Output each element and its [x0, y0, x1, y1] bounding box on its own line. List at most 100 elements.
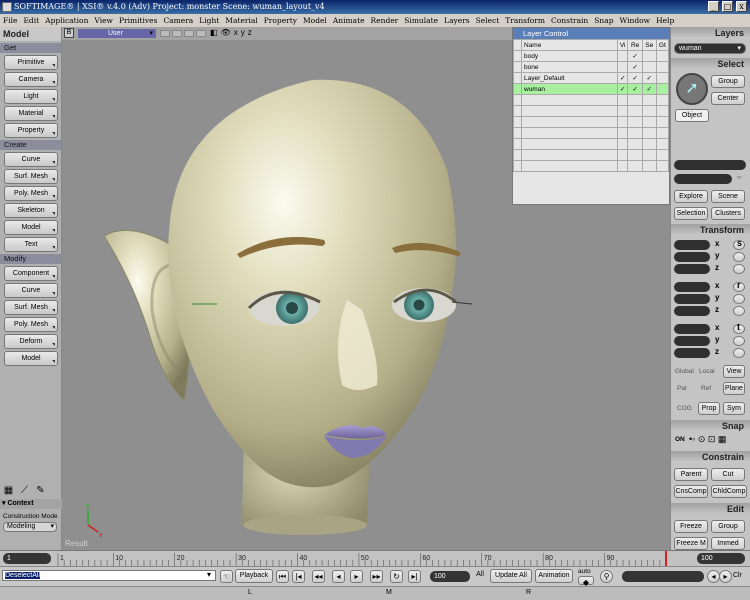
global-label[interactable]: Global — [675, 368, 694, 375]
construction-mode-select[interactable]: Modeling ▾ — [3, 522, 57, 532]
layer-name[interactable]: bone — [521, 61, 618, 73]
cog-label[interactable]: COG — [677, 405, 692, 412]
clr-button[interactable]: Clr — [733, 572, 742, 579]
y-axis-icon[interactable]: y — [241, 28, 245, 37]
first-frame-icon[interactable]: ⏮ — [276, 570, 289, 583]
play-back-icon[interactable]: ◂ — [332, 570, 345, 583]
menu-item-simulate[interactable]: Simulate — [401, 14, 441, 27]
column-header[interactable]: Gt — [655, 39, 670, 51]
display-mode-button[interactable] — [184, 30, 194, 37]
auto-key-label[interactable]: auto — [578, 568, 591, 575]
layers-header[interactable]: Layers — [671, 27, 750, 39]
chldcomp-button[interactable]: ChldComp — [711, 485, 747, 498]
text-button[interactable]: Text — [4, 237, 58, 252]
explore-button[interactable]: Explore — [674, 190, 708, 203]
bone-icon[interactable]: ⟋ — [18, 484, 31, 497]
poly-mesh-button[interactable]: Poly. Mesh — [4, 317, 58, 332]
selection-button[interactable]: Selection — [674, 207, 708, 220]
next-key-circle-icon[interactable]: ▸ — [719, 570, 732, 583]
viewport[interactable]: B User ◧👁xyz — [62, 27, 670, 550]
playback-button[interactable]: Playback — [235, 569, 273, 583]
minimize-button[interactable]: _ — [708, 1, 719, 12]
translate-lock-icon[interactable] — [733, 348, 745, 358]
brush-icon[interactable]: ✎ — [34, 484, 47, 497]
menu-item-property[interactable]: Property — [261, 14, 300, 27]
light-button[interactable]: Light — [4, 89, 58, 104]
animation-button[interactable]: Animation — [535, 569, 573, 583]
layer-name[interactable]: wuman — [521, 83, 618, 95]
timeline[interactable]: 1 1 10 20 30 40 50 60 70 80 90 100 — [0, 550, 750, 567]
layer-control-title[interactable]: Layer Control — [513, 28, 669, 39]
grid-icon[interactable]: ▦ — [2, 484, 15, 497]
layer-flag-se[interactable]: ✓ — [641, 72, 657, 84]
column-header[interactable]: Re — [627, 39, 643, 51]
prop-button[interactable]: Prop — [698, 402, 720, 415]
menu-item-view[interactable]: View — [91, 14, 116, 27]
select-header[interactable]: Select — [671, 58, 750, 70]
ref-label[interactable]: Ref — [701, 385, 711, 392]
material-button[interactable]: Material — [4, 106, 58, 121]
display-mode-button[interactable] — [160, 30, 170, 37]
model-button[interactable]: Model — [4, 351, 58, 366]
modify-section-label[interactable]: Modify — [0, 254, 61, 264]
layer-flag-re[interactable]: ✓ — [627, 61, 643, 73]
menu-item-model[interactable]: Model — [300, 14, 330, 27]
layer-name[interactable]: Layer_Default — [521, 72, 618, 84]
rotate-x-field[interactable] — [674, 282, 710, 292]
scale-lock-icon[interactable] — [733, 264, 745, 274]
module-title[interactable]: Model — [0, 27, 61, 41]
key-icon[interactable]: ◆ — [578, 576, 594, 587]
edit-group-button[interactable]: Group — [711, 520, 745, 533]
immed-button[interactable]: Immed — [711, 537, 745, 550]
layer-flag-gt[interactable] — [655, 83, 670, 95]
translate-y-field[interactable] — [674, 336, 710, 346]
scale-z-field[interactable] — [674, 264, 710, 274]
step-forward-icon[interactable]: ▸▸ — [370, 570, 383, 583]
view-button[interactable]: View — [723, 365, 745, 378]
layer-name[interactable]: body — [521, 50, 618, 62]
translate-z-field[interactable] — [674, 348, 710, 358]
translate-key-label[interactable]: t — [737, 322, 740, 332]
menu-item-render[interactable]: Render — [368, 14, 402, 27]
display-mode-button[interactable] — [172, 30, 182, 37]
command-line[interactable]: DeselectAll — [2, 570, 216, 581]
layer-flag-gt[interactable] — [655, 61, 670, 73]
select-arrow-icon[interactable]: ➚ — [676, 73, 708, 105]
timeline-ruler[interactable]: 1 10 20 30 40 50 60 70 80 90 — [56, 551, 668, 567]
object-button[interactable]: Object — [675, 109, 709, 122]
frame-field[interactable]: 100 — [430, 571, 470, 582]
primitive-button[interactable]: Primitive — [4, 55, 58, 70]
layer-flag-vi[interactable] — [616, 50, 629, 62]
cnscomp-button[interactable]: CnsComp — [674, 485, 708, 498]
menu-item-camera[interactable]: Camera — [160, 14, 196, 27]
layer-flag-vi[interactable] — [616, 61, 629, 73]
layer-flag-gt[interactable] — [655, 72, 670, 84]
column-header[interactable]: Se — [641, 39, 657, 51]
rotate-y-field[interactable] — [674, 294, 710, 304]
menu-item-light[interactable]: Light — [196, 14, 222, 27]
timeline-start-field[interactable]: 1 — [3, 553, 51, 564]
menu-item-animate[interactable]: Animate — [330, 14, 368, 27]
create-section-label[interactable]: Create — [0, 140, 61, 150]
eye-icon[interactable]: 👁 — [221, 28, 231, 37]
loop-icon[interactable]: ↻ — [390, 570, 403, 583]
curve-button[interactable]: Curve — [4, 283, 58, 298]
menu-item-primitives[interactable]: Primitives — [116, 14, 160, 27]
rotate-lock-icon[interactable] — [733, 306, 745, 316]
get-section-label[interactable]: Get — [0, 43, 61, 53]
group-button[interactable]: Group — [711, 75, 745, 88]
viewport-letter[interactable]: B — [64, 28, 74, 38]
camera-icon[interactable]: ◧ — [210, 28, 218, 37]
display-mode-button[interactable] — [196, 30, 206, 37]
skeleton-button[interactable]: Skeleton — [4, 203, 58, 218]
menu-item-file[interactable]: File — [0, 14, 20, 27]
local-label[interactable]: Local — [699, 368, 715, 375]
rotate-key-label[interactable]: r — [737, 280, 741, 290]
scale-y-field[interactable] — [674, 252, 710, 262]
parent-button[interactable]: Parent — [674, 468, 708, 481]
menu-item-help[interactable]: Help — [653, 14, 677, 27]
freeze-button[interactable]: Freeze — [674, 520, 708, 533]
scene-button[interactable]: Scene — [711, 190, 745, 203]
scale-lock-icon[interactable] — [733, 252, 745, 262]
translate-lock-icon[interactable] — [733, 336, 745, 346]
